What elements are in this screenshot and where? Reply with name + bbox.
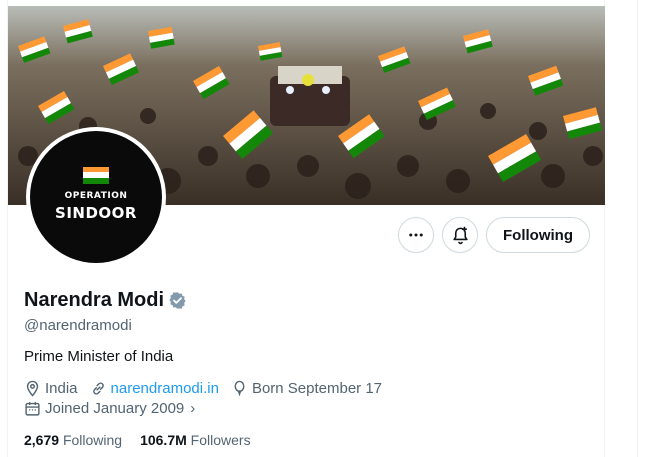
calendar-icon <box>25 402 40 416</box>
profile-bio: Prime Minister of India <box>24 348 174 365</box>
more-horizontal-icon <box>409 233 423 237</box>
india-flag-icon <box>83 166 109 184</box>
avatar-image: OPERATION SINDOOR <box>30 131 162 263</box>
followers-count: 106.7M <box>140 432 191 448</box>
profile-column: OPERATION SINDOOR Following Narendra Mod… <box>7 0 605 457</box>
right-divider <box>637 0 638 457</box>
avatar-line1: OPERATION <box>64 190 128 201</box>
website-link[interactable]: narendramodi.in <box>111 380 219 397</box>
profile-page: OPERATION SINDOOR Following Narendra Mod… <box>0 0 646 457</box>
bell-plus-icon <box>452 226 468 244</box>
profile-name: Narendra Modi <box>24 289 165 311</box>
profile-handle: @narendramodi <box>24 317 132 334</box>
chevron-right-icon: › <box>190 400 196 417</box>
birthday-text: Born September 17 <box>251 380 383 397</box>
joined-row[interactable]: Joined January 2009 › <box>24 400 207 417</box>
location-text: India <box>45 380 78 397</box>
following-count: 2,679 <box>24 432 63 448</box>
joined-text: Joined January 2009 <box>45 400 185 417</box>
balloon-icon <box>234 380 245 396</box>
follow-stats: 2,679 Following 106.7M Followers <box>24 432 269 448</box>
location-pin-icon <box>26 380 39 397</box>
profile-meta-row: India narendramodi.in Born September 17 <box>24 380 394 397</box>
profile-avatar[interactable]: OPERATION SINDOOR <box>26 127 166 267</box>
following-stat[interactable]: 2,679 Following <box>24 432 122 448</box>
birthday-item: Born September 17 <box>231 380 382 397</box>
followers-stat[interactable]: 106.7M Followers <box>140 432 251 448</box>
following-label: Following <box>62 432 123 448</box>
more-button[interactable] <box>398 217 434 253</box>
link-icon <box>92 382 104 395</box>
profile-name-row: Narendra Modi <box>24 289 187 312</box>
location-item: India <box>24 380 78 397</box>
verified-badge-icon[interactable] <box>168 291 187 310</box>
avatar-line2: SINDOOR <box>55 203 137 222</box>
following-button[interactable]: Following <box>486 217 590 253</box>
notifications-button[interactable] <box>442 217 478 253</box>
website-item[interactable]: narendramodi.in <box>90 380 219 397</box>
followers-label: Followers <box>190 432 251 448</box>
joined-item[interactable]: Joined January 2009 › <box>24 400 195 417</box>
